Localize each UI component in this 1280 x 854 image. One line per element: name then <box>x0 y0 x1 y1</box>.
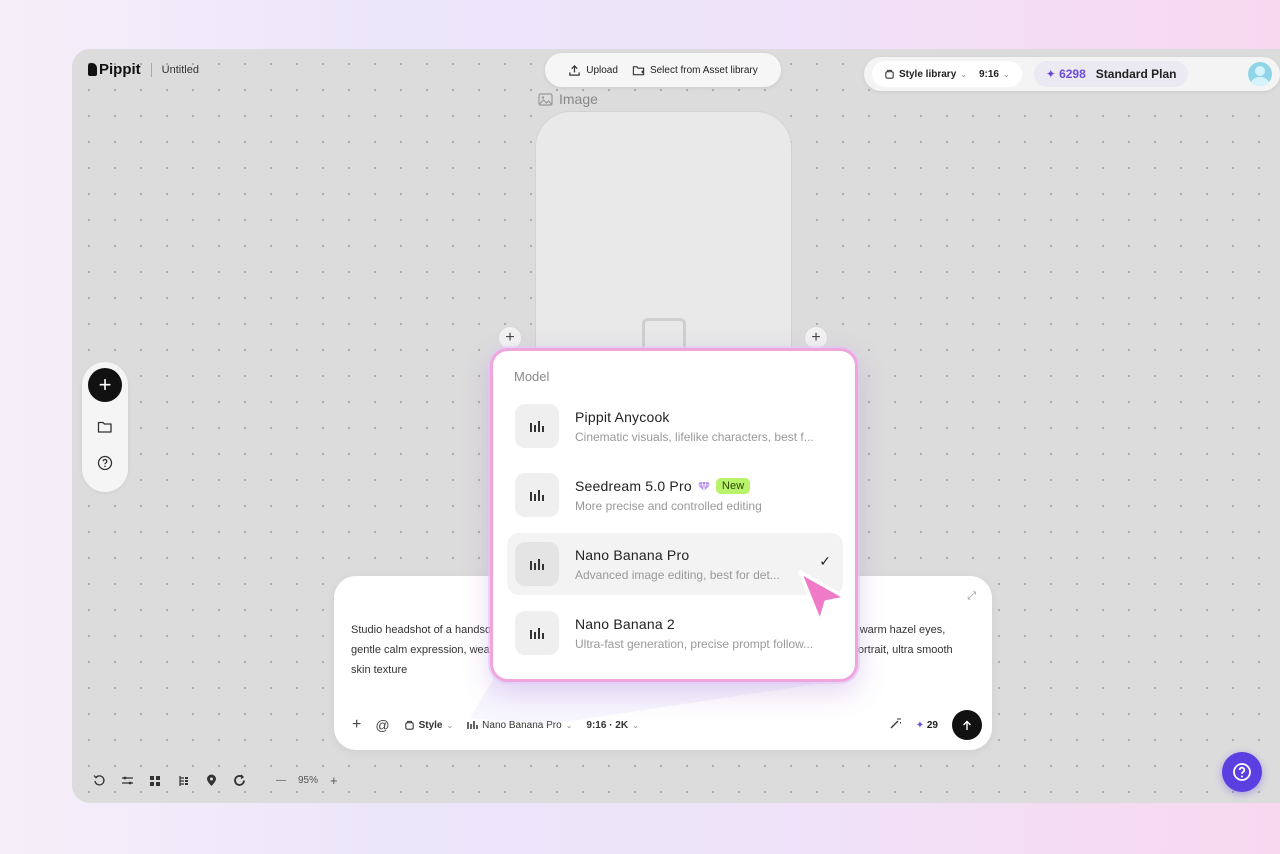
chevron-down-icon: ⌄ <box>632 720 639 730</box>
refresh-icon[interactable] <box>232 774 246 788</box>
model-bars-icon <box>515 611 559 655</box>
asset-library-button[interactable]: Select from Asset library <box>632 64 758 77</box>
image-label-text: Image <box>559 91 598 107</box>
upload-toolbar: Upload Select from Asset library <box>545 53 781 87</box>
image-icon <box>538 92 553 106</box>
model-option-seedream[interactable]: Seedream 5.0 Pro New More precise and co… <box>507 464 843 526</box>
folder-icon[interactable] <box>94 416 116 438</box>
style-icon <box>404 720 414 730</box>
ratio-label: 9:16 <box>978 68 999 80</box>
expand-icon[interactable]: ⤢ <box>967 590 976 603</box>
help-icon[interactable] <box>94 452 116 474</box>
sliders-icon[interactable] <box>120 774 134 788</box>
generation-cost: ✦ 29 <box>915 719 938 731</box>
model-icon <box>467 721 478 729</box>
pippit-logo-icon <box>88 63 97 76</box>
add-left-node-button[interactable]: + <box>498 326 522 350</box>
zoom-control: — 95% + <box>276 773 338 788</box>
model-name: Pippit Anycook <box>575 408 670 425</box>
model-option-nano-banana-2[interactable]: Nano Banana 2 Ultra-fast generation, pre… <box>507 602 843 664</box>
document-title[interactable]: Untitled <box>162 64 199 76</box>
model-description: More precise and controlled editing <box>575 498 762 513</box>
model-bars-icon <box>515 404 559 448</box>
model-description: Advanced image editing, best for det... <box>575 567 780 582</box>
folder-plus-icon <box>632 65 645 75</box>
image-node-label: Image <box>538 91 598 107</box>
mention-button[interactable]: @ <box>375 717 389 733</box>
model-option-pippit-anycook[interactable]: Pippit Anycook Cinematic visuals, lifeli… <box>507 395 843 457</box>
chevron-down-icon: ⌄ <box>960 69 967 79</box>
model-name-row: Seedream 5.0 Pro New <box>575 477 831 494</box>
ratio-quality-dropdown[interactable]: 9:16 · 2K ⌄ <box>586 720 638 731</box>
user-avatar[interactable] <box>1248 62 1272 86</box>
add-attachment-button[interactable]: + <box>352 716 361 734</box>
brand: Pippit Untitled <box>88 61 199 78</box>
chevron-down-icon: ⌄ <box>446 720 454 730</box>
send-button[interactable] <box>952 710 982 740</box>
model-dropdown-menu: Model Pippit Anycook Cinematic visuals, … <box>490 348 858 682</box>
model-name: Nano Banana Pro <box>575 546 690 563</box>
zoom-level: 95% <box>298 775 319 786</box>
grid-icon[interactable] <box>148 774 162 788</box>
add-right-node-button[interactable]: + <box>804 326 828 350</box>
tree-icon[interactable] <box>176 774 190 788</box>
prompt-actions: ✦ 29 <box>889 710 982 740</box>
zoom-out-button[interactable]: — <box>276 775 286 786</box>
model-name: Nano Banana 2 <box>575 615 675 632</box>
model-option-nano-banana-pro[interactable]: Nano Banana Pro Advanced image editing, … <box>507 533 843 595</box>
ratio-quality-label: 9:16 · 2K <box>586 719 629 731</box>
style-dropdown[interactable]: Style ⌄ <box>404 719 454 731</box>
chevron-down-icon: ⌄ <box>1002 69 1010 79</box>
left-toolbar: + <box>82 362 128 492</box>
chevron-down-icon: ⌄ <box>565 720 573 730</box>
style-library-icon <box>885 69 894 79</box>
location-pin-icon[interactable] <box>204 774 218 788</box>
magic-wand-icon[interactable] <box>889 717 902 733</box>
zoom-in-button[interactable]: + <box>330 773 338 788</box>
star-icon: ✦ <box>915 719 925 731</box>
model-dropdown[interactable]: Nano Banana Pro ⌄ <box>467 720 572 731</box>
credits-plan[interactable]: ✦ 6298 Standard Plan <box>1033 61 1189 87</box>
arrow-up-icon <box>963 720 971 730</box>
model-bars-icon <box>515 473 559 517</box>
question-mark-icon <box>1233 763 1251 781</box>
asset-library-label: Select from Asset library <box>649 64 758 76</box>
diamond-icon <box>697 481 710 491</box>
bottom-toolbar: — 95% + <box>92 773 338 788</box>
credits-count: ✦ 6298 <box>1045 67 1086 81</box>
logo-text: Pippit <box>99 61 141 78</box>
model-name: Seedream 5.0 Pro <box>575 477 692 494</box>
model-bars-icon <box>515 542 559 586</box>
style-library-dropdown[interactable]: Style library ⌄ <box>884 69 967 80</box>
undo-icon[interactable] <box>92 774 106 788</box>
ratio-dropdown[interactable]: 9:16 ⌄ <box>979 69 1010 80</box>
add-button[interactable]: + <box>88 368 122 402</box>
new-badge: New <box>715 477 751 494</box>
top-right-toolbar: Style library ⌄ 9:16 ⌄ ✦ 6298 Standard P… <box>864 57 1280 91</box>
style-ratio-pill: Style library ⌄ 9:16 ⌄ <box>872 61 1022 87</box>
image-node-card[interactable] <box>535 111 792 371</box>
plan-label: Standard Plan <box>1095 67 1177 81</box>
style-library-label: Style library <box>899 68 957 80</box>
model-description: Cinematic visuals, lifelike characters, … <box>575 429 814 444</box>
pippit-logo[interactable]: Pippit <box>88 61 141 78</box>
upload-label: Upload <box>586 64 618 76</box>
model-label: Nano Banana Pro <box>482 719 562 731</box>
prompt-toolbar: + @ Style ⌄ Nano Banana Pro ⌄ 9:16 · 2K … <box>352 710 982 740</box>
pointer-cursor-icon <box>798 570 848 624</box>
help-button[interactable] <box>1222 752 1262 792</box>
model-description: Ultra-fast generation, precise prompt fo… <box>575 636 814 651</box>
upload-icon <box>569 64 580 76</box>
style-label: Style <box>418 719 443 731</box>
upload-button[interactable]: Upload <box>568 64 618 77</box>
model-menu-title: Model <box>514 369 550 384</box>
divider <box>150 62 152 77</box>
